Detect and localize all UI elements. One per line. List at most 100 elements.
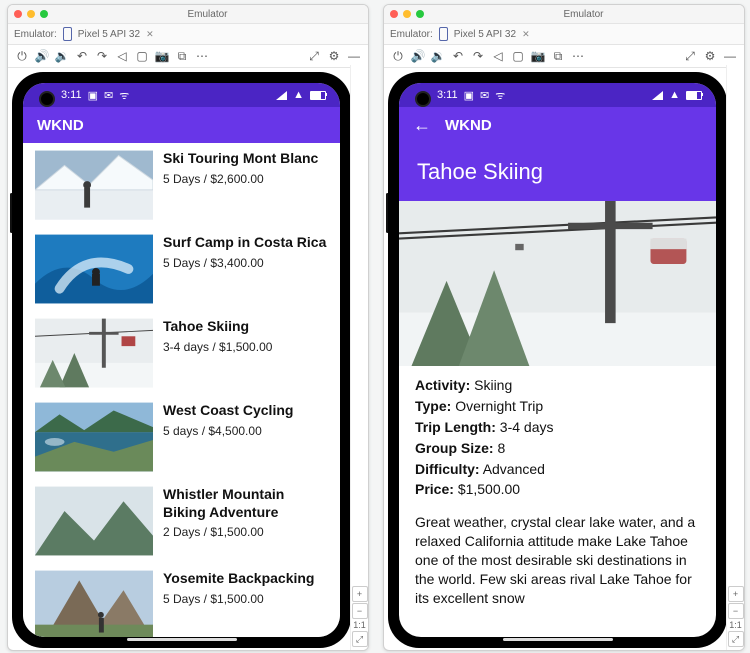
rotate-right-icon[interactable]: ↷ [96,50,108,62]
power-icon[interactable]: ⏻ [392,50,404,62]
item-title: Whistler Mountain Biking Adventure [163,486,328,521]
emulator-label: Emulator: [14,29,57,40]
minimize-dot[interactable] [403,10,411,18]
thumbnail-yosemite [35,570,153,637]
thumbnail-whistler [35,486,153,556]
rotate-left-icon[interactable]: ↶ [452,50,464,62]
label-trip-length: Trip Length: [415,419,496,435]
status-bar: 3:11 ▣ ✉ ᯤ ▲ [23,83,340,107]
item-title: Surf Camp in Costa Rica [163,234,326,252]
label-group-size: Group Size: [415,440,494,456]
item-subtitle: 5 Days / $3,400.00 [163,256,326,270]
camera-icon[interactable]: 📷 [156,50,168,62]
label-type: Type: [415,398,451,414]
more-icon[interactable]: ⋯ [196,50,208,62]
status-icon: ✉ [480,89,489,102]
thumbnail-mont-blanc [35,150,153,220]
settings-icon[interactable]: ⚙ [704,50,716,62]
app-title: WKND [37,117,84,134]
emulator-label: Emulator: [390,29,433,40]
tab-close-icon[interactable]: ✕ [522,29,530,40]
wifi-icon: ▲ [669,89,680,101]
label-price: Price: [415,481,454,497]
zoom-ratio: 1:1 [353,620,366,630]
more-icon[interactable]: ⋯ [572,50,584,62]
status-icon: ✉ [104,89,113,102]
zoom-ratio: 1:1 [729,620,742,630]
thumbnail-surf [35,234,153,304]
value-price: $1,500.00 [458,481,520,497]
signal-icon [276,91,287,100]
minimize-icon[interactable]: — [348,50,360,62]
home-icon[interactable]: ▢ [512,50,524,62]
list-item[interactable]: Yosemite Backpacking 5 Days / $1,500.00 [23,563,340,637]
zoom-in-button[interactable]: + [352,586,368,602]
front-camera [39,91,55,107]
volume-down-icon[interactable]: 🔉 [56,50,68,62]
back-icon[interactable]: ◁ [116,50,128,62]
thumbnail-cycling [35,402,153,472]
power-icon[interactable]: ⏻ [16,50,28,62]
signal-icon [652,91,663,100]
camera-icon[interactable]: 📷 [532,50,544,62]
settings-icon[interactable]: ⚙ [328,50,340,62]
emulator-tabbar: Emulator: Pixel 5 API 32 ✕ [384,24,744,45]
back-icon[interactable]: ◁ [492,50,504,62]
item-subtitle: 2 Days / $1,500.00 [163,525,328,539]
window-titlebar: Emulator [8,5,368,24]
status-time: 3:11 [437,89,458,101]
device-frame: 3:11 ▣ ✉ ᯤ ▲ WKND [13,73,350,647]
close-dot[interactable] [14,10,22,18]
device-tab[interactable]: Pixel 5 API 32 [454,29,516,40]
item-subtitle: 5 days / $4,500.00 [163,424,293,438]
expand-icon[interactable]: ⤢ [684,50,696,62]
device-frame: 3:11 ▣ ✉ ᯤ ▲ ← WKND Tahoe Skiing [389,73,726,647]
home-indicator[interactable] [503,638,613,641]
item-subtitle: 3-4 days / $1,500.00 [163,340,272,354]
volume-up-icon[interactable]: 🔊 [412,50,424,62]
adventure-list[interactable]: Ski Touring Mont Blanc 5 Days / $2,600.0… [23,143,340,637]
rotate-right-icon[interactable]: ↷ [472,50,484,62]
detail-hero-image [399,201,716,366]
home-indicator[interactable] [127,638,237,641]
list-item[interactable]: Surf Camp in Costa Rica 5 Days / $3,400.… [23,227,340,311]
minimize-icon[interactable]: — [724,50,736,62]
detail-hero-title: Tahoe Skiing [399,143,716,201]
detail-description: Great weather, crystal clear lake water,… [415,513,700,607]
list-item[interactable]: West Coast Cycling 5 days / $4,500.00 [23,395,340,479]
back-arrow-icon[interactable]: ← [413,116,431,134]
snapshot-icon[interactable]: ⧉ [552,50,564,62]
label-difficulty: Difficulty: [415,461,480,477]
value-activity: Skiing [474,377,512,393]
zoom-fit-button[interactable]: ⤢ [352,631,368,647]
home-icon[interactable]: ▢ [136,50,148,62]
detail-body[interactable]: Activity: Skiing Type: Overnight Trip Tr… [399,366,716,620]
item-title: Ski Touring Mont Blanc [163,150,318,168]
expand-icon[interactable]: ⤢ [308,50,320,62]
zoom-out-button[interactable]: − [728,603,744,619]
status-icon: ▣ [88,89,98,102]
volume-down-icon[interactable]: 🔉 [432,50,444,62]
rotate-left-icon[interactable]: ↶ [76,50,88,62]
minimize-dot[interactable] [27,10,35,18]
window-title: Emulator [53,9,362,20]
item-subtitle: 5 Days / $1,500.00 [163,592,314,606]
emulator-toolbar: ⏻ 🔊 🔉 ↶ ↷ ◁ ▢ 📷 ⧉ ⋯ ⤢ ⚙ — [384,45,744,68]
zoom-out-button[interactable]: − [352,603,368,619]
list-item[interactable]: Whistler Mountain Biking Adventure 2 Day… [23,479,340,563]
maximize-dot[interactable] [416,10,424,18]
volume-up-icon[interactable]: 🔊 [36,50,48,62]
zoom-fit-button[interactable]: ⤢ [728,631,744,647]
close-dot[interactable] [390,10,398,18]
snapshot-icon[interactable]: ⧉ [176,50,188,62]
device-tab[interactable]: Pixel 5 API 32 [78,29,140,40]
window-title: Emulator [429,9,738,20]
maximize-dot[interactable] [40,10,48,18]
list-item[interactable]: Ski Touring Mont Blanc 5 Days / $2,600.0… [23,143,340,227]
status-bar: 3:11 ▣ ✉ ᯤ ▲ [399,83,716,107]
tab-close-icon[interactable]: ✕ [146,29,154,40]
list-item[interactable]: Tahoe Skiing 3-4 days / $1,500.00 [23,311,340,395]
zoom-in-button[interactable]: + [728,586,744,602]
zoom-gutter: + − 1:1 ⤢ [726,65,744,650]
app-bar: ← WKND [399,107,716,143]
